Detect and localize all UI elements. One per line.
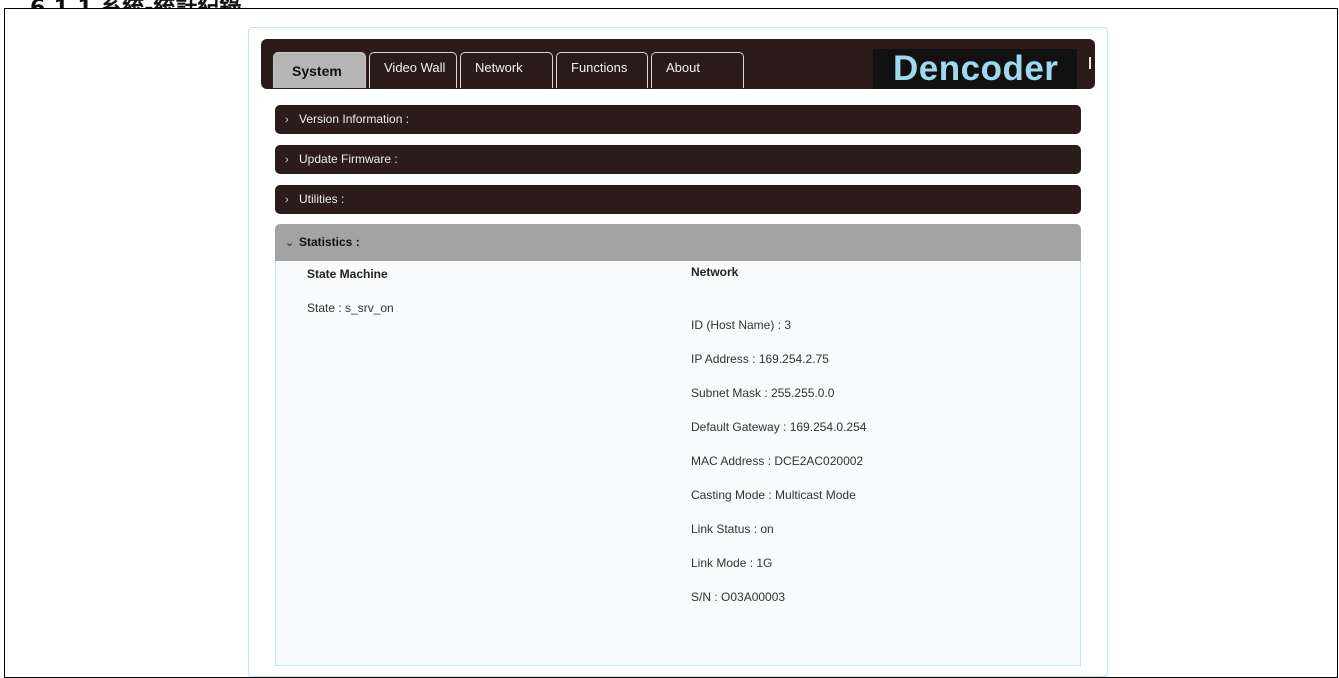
tab-video-wall[interactable]: Video Wall [369, 52, 457, 88]
state-value: State : s_srv_on [307, 301, 394, 315]
section-label: Version Information : [299, 112, 410, 126]
section-statistics[interactable]: ⌄ Statistics : [275, 224, 1081, 261]
chevron-right-icon: › [285, 154, 289, 166]
web-ui-panel: System Video Wall Network Functions Abou… [248, 27, 1108, 677]
network-host-name: ID (Host Name) : 3 [691, 318, 792, 332]
section-label: Update Firmware : [299, 152, 398, 166]
tab-about[interactable]: About [651, 52, 744, 88]
network-serial-number: S/N : O03A00003 [691, 590, 786, 604]
top-tab-bar: System Video Wall Network Functions Abou… [261, 39, 1095, 89]
section-version-information[interactable]: › Version Information : [275, 105, 1081, 134]
tab-system[interactable]: System [273, 52, 366, 88]
tab-network[interactable]: Network [460, 52, 553, 88]
network-ip-address: IP Address : 169.254.2.75 [691, 352, 829, 366]
brand-divider [1089, 57, 1091, 69]
chevron-down-icon: ⌄ [285, 237, 295, 249]
section-label: Utilities : [299, 192, 345, 206]
network-casting-mode: Casting Mode : Multicast Mode [691, 488, 856, 502]
statistics-panel: State Machine State : s_srv_on Network I… [275, 261, 1081, 666]
network-subnet-mask: Subnet Mask : 255.255.0.0 [691, 386, 835, 400]
section-label: Statistics : [299, 235, 360, 249]
state-machine-title: State Machine [307, 267, 388, 281]
network-link-status: Link Status : on [691, 522, 774, 536]
network-default-gateway: Default Gateway : 169.254.0.254 [691, 420, 867, 434]
section-update-firmware[interactable]: › Update Firmware : [275, 145, 1081, 174]
network-title: Network [691, 265, 739, 279]
chevron-right-icon: › [285, 114, 289, 126]
section-utilities[interactable]: › Utilities : [275, 185, 1081, 214]
brand-logo: Dencoder [893, 49, 1059, 88]
network-link-mode: Link Mode : 1G [691, 556, 773, 570]
tab-functions[interactable]: Functions [556, 52, 648, 88]
network-mac-address: MAC Address : DCE2AC020002 [691, 454, 864, 468]
chevron-right-icon: › [285, 194, 289, 206]
